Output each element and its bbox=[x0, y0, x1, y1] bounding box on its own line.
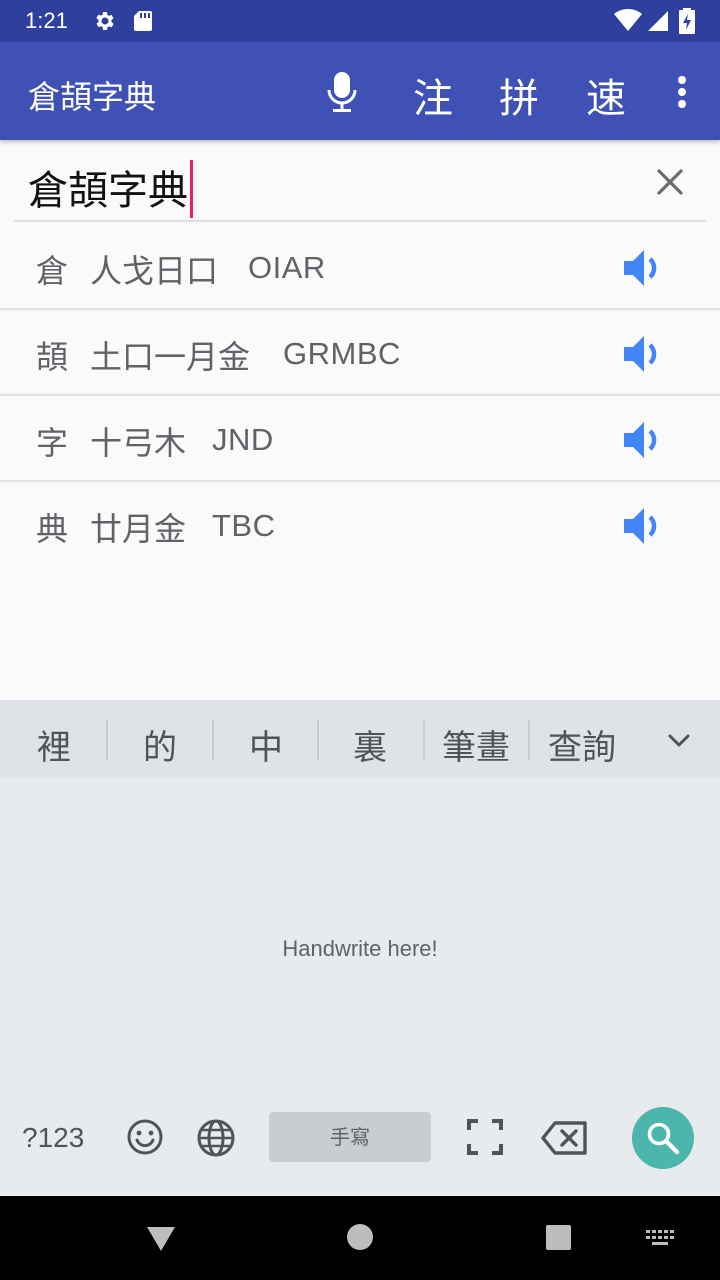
result-code: GRMBC bbox=[283, 336, 401, 371]
result-code: TBC bbox=[212, 508, 276, 543]
status-bar: 1:21 bbox=[0, 0, 720, 42]
app-title: 倉頡字典 bbox=[28, 78, 157, 116]
space-key[interactable]: 手寫 bbox=[269, 1112, 431, 1162]
handwrite-hint: Handwrite here! bbox=[282, 936, 438, 961]
fullscreen-icon[interactable] bbox=[466, 1118, 504, 1156]
divider bbox=[317, 720, 319, 760]
result-char: 典 bbox=[36, 510, 69, 548]
keyboard-icon[interactable] bbox=[646, 1230, 674, 1248]
microphone-icon[interactable] bbox=[322, 68, 362, 116]
result-radicals: 人戈日口 bbox=[90, 252, 219, 290]
suggestion-item[interactable]: 裡 bbox=[14, 720, 94, 768]
result-char: 倉 bbox=[36, 252, 69, 290]
suggestion-item[interactable]: 的 bbox=[120, 720, 200, 768]
gear-icon bbox=[96, 12, 114, 30]
suggestion-item[interactable]: 筆畫 bbox=[432, 720, 520, 768]
result-char: 字 bbox=[36, 424, 69, 462]
result-row[interactable]: 典 廿月金 TBC bbox=[0, 482, 720, 568]
result-radicals: 土口一月金 bbox=[90, 338, 251, 376]
backspace-icon[interactable] bbox=[541, 1120, 589, 1156]
status-time: 1:21 bbox=[25, 8, 68, 33]
search-field[interactable]: 倉頡字典 bbox=[14, 140, 706, 222]
search-input-text: 倉頡字典 bbox=[28, 168, 188, 214]
keyboard-bottom-row: ?123 手寫 bbox=[0, 1098, 720, 1196]
result-code: JND bbox=[212, 422, 274, 457]
search-icon bbox=[647, 1122, 680, 1155]
result-row[interactable]: 字 十弓木 JND bbox=[0, 396, 720, 482]
volume-up-icon[interactable] bbox=[620, 332, 664, 376]
battery-charging-icon bbox=[679, 8, 695, 34]
result-radicals: 十弓木 bbox=[90, 424, 187, 462]
text-cursor bbox=[190, 160, 193, 218]
more-vert-icon[interactable] bbox=[668, 72, 696, 112]
volume-up-icon[interactable] bbox=[620, 504, 664, 548]
pinyin-button[interactable]: 拼 bbox=[494, 66, 544, 124]
wifi-icon bbox=[614, 9, 642, 31]
divider bbox=[423, 720, 425, 760]
home-circle-icon[interactable] bbox=[347, 1224, 373, 1250]
result-list: 倉 人戈日口 OIAR 頡 土口一月金 GRMBC 字 十弓木 JND 典 廿月… bbox=[0, 224, 720, 568]
signal-icon bbox=[648, 11, 668, 31]
result-row[interactable]: 倉 人戈日口 OIAR bbox=[0, 224, 720, 310]
divider bbox=[212, 720, 214, 760]
result-code: OIAR bbox=[248, 250, 326, 285]
emoji-icon[interactable] bbox=[126, 1118, 164, 1156]
result-row[interactable]: 頡 土口一月金 GRMBC bbox=[0, 310, 720, 396]
quick-button[interactable]: 速 bbox=[581, 66, 631, 124]
volume-up-icon[interactable] bbox=[620, 418, 664, 462]
search-key[interactable] bbox=[632, 1107, 694, 1169]
chevron-down-icon[interactable] bbox=[664, 726, 694, 756]
symbols-key[interactable]: ?123 bbox=[22, 1122, 84, 1154]
zhuyin-button[interactable]: 注 bbox=[408, 66, 458, 124]
back-triangle-icon[interactable] bbox=[146, 1226, 176, 1252]
divider bbox=[528, 720, 530, 760]
search-input[interactable]: 倉頡字典 bbox=[28, 158, 193, 222]
globe-icon[interactable] bbox=[196, 1118, 236, 1158]
result-char: 頡 bbox=[36, 338, 69, 376]
app-bar: 倉頡字典 注 拼 速 bbox=[0, 42, 720, 140]
handwriting-keyboard: 裡 的 中 裏 筆畫 查詢 Handwrite here! ?123 手寫 bbox=[0, 700, 720, 1196]
recents-square-icon[interactable] bbox=[546, 1225, 571, 1250]
sd-card-icon bbox=[134, 11, 152, 31]
suggestion-strip: 裡 的 中 裏 筆畫 查詢 bbox=[0, 700, 720, 778]
divider bbox=[106, 720, 108, 760]
suggestion-item[interactable]: 查詢 bbox=[538, 720, 626, 768]
navigation-bar bbox=[0, 1196, 720, 1280]
volume-up-icon[interactable] bbox=[620, 246, 664, 290]
suggestion-item[interactable]: 中 bbox=[226, 720, 306, 768]
close-icon[interactable] bbox=[652, 164, 688, 200]
suggestion-item[interactable]: 裏 bbox=[330, 720, 410, 768]
result-radicals: 廿月金 bbox=[90, 510, 187, 548]
